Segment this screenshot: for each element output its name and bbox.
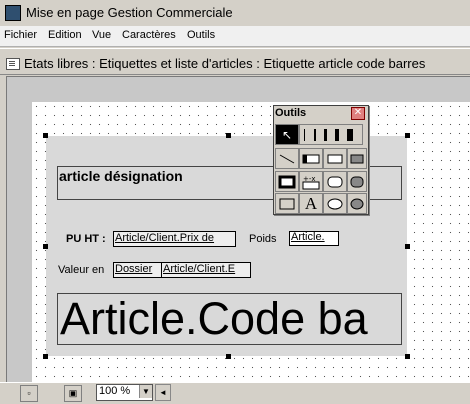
code-barres-text: Article.Code ba xyxy=(60,294,368,344)
hatch-ellipse-glyph xyxy=(350,198,364,209)
selection-handle-bl[interactable] xyxy=(43,354,48,359)
line-width-icon[interactable] xyxy=(299,124,363,145)
menu-edition[interactable]: Edition xyxy=(48,29,82,41)
field-glyph xyxy=(302,154,320,163)
selection-handle-mr[interactable] xyxy=(405,244,410,249)
dossier-field-text: Dossier xyxy=(115,263,153,275)
rectangle-tool-icon[interactable] xyxy=(323,148,347,169)
rounded-rect-glyph xyxy=(327,176,343,187)
menu-outils[interactable]: Outils xyxy=(187,29,215,41)
pointer-icon[interactable]: ↖ xyxy=(275,124,299,145)
ellipse-tool-icon[interactable] xyxy=(323,193,347,214)
rounded-rect-tool-icon[interactable] xyxy=(323,171,347,192)
hatch-rect-glyph xyxy=(350,154,364,163)
selection-handle-br[interactable] xyxy=(405,354,410,359)
formula-tool-icon[interactable]: +-x xyxy=(299,171,323,192)
app-icon xyxy=(5,5,21,21)
client-field-text: Article/Client.E xyxy=(163,263,236,275)
line-glyph xyxy=(279,154,295,163)
valeur-label: Valeur en xyxy=(58,264,105,276)
selection-handle-bc[interactable] xyxy=(226,354,231,359)
preview-icon[interactable]: ▣ xyxy=(64,385,82,402)
image-glyph xyxy=(279,198,295,209)
poids-field-text: Article. xyxy=(291,231,325,243)
document-title: Etats libres : Etiquettes et liste d'art… xyxy=(24,56,426,71)
selection-handle-tl[interactable] xyxy=(43,133,48,138)
close-icon[interactable]: ✕ xyxy=(351,107,365,120)
menu-caracteres[interactable]: Caractères xyxy=(122,29,176,41)
line-tool-icon[interactable] xyxy=(275,148,299,169)
designation-text: article désignation xyxy=(59,168,183,184)
hatch-rect-tool-icon[interactable] xyxy=(347,148,367,169)
hatch-ellipse-tool-icon[interactable] xyxy=(347,193,367,214)
hatch-rounded-glyph xyxy=(350,176,364,187)
selection-handle-tr[interactable] xyxy=(405,133,410,138)
hatch-rounded-tool-icon[interactable] xyxy=(347,171,367,192)
zoom-value: 100 % xyxy=(99,385,131,397)
text-tool-icon[interactable]: A xyxy=(299,193,323,214)
selection-handle-ml[interactable] xyxy=(43,244,48,249)
menubar: Fichier Edition Vue Caractères Outils xyxy=(0,26,470,47)
page-view-icon[interactable]: ▫ xyxy=(20,385,38,402)
scroll-left-icon[interactable]: ◄ xyxy=(155,384,171,401)
frame-glyph xyxy=(278,175,296,188)
line-width-glyph xyxy=(304,128,353,141)
poids-label: Poids xyxy=(249,233,277,245)
rectangle-glyph xyxy=(327,154,343,163)
menu-fichier[interactable]: Fichier xyxy=(4,29,37,41)
prix-field-text: Article/Client.Prix de xyxy=(115,232,215,244)
image-tool-icon[interactable] xyxy=(275,193,299,214)
field-tool-icon[interactable] xyxy=(299,148,323,169)
toolbox-title: Outils xyxy=(275,107,307,119)
selection-handle-tc[interactable] xyxy=(226,133,231,138)
frame-tool-icon[interactable] xyxy=(275,171,299,192)
formula-glyph: +-x xyxy=(302,175,320,189)
chevron-down-icon[interactable]: ▼ xyxy=(139,385,152,398)
ellipse-glyph xyxy=(327,198,343,209)
app-title: Mise en page Gestion Commerciale xyxy=(26,5,233,20)
puht-label: PU HT : xyxy=(66,233,106,245)
menu-vue[interactable]: Vue xyxy=(92,29,111,41)
document-icon xyxy=(6,58,20,70)
